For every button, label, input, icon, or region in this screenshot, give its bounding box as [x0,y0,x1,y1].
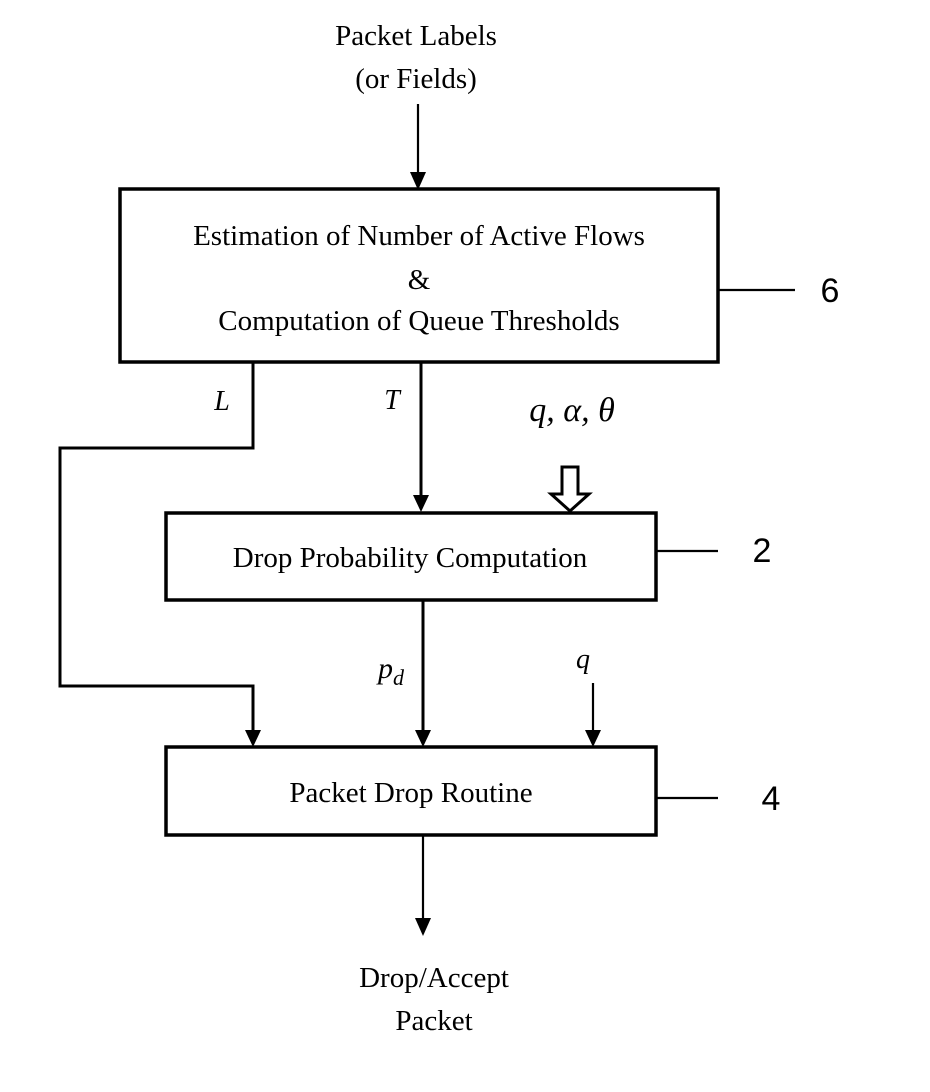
input-label-line1: Packet Labels [335,20,497,52]
block-drop-probability-label: Drop Probability Computation [233,542,588,574]
output-label-line2: Packet [395,1005,472,1037]
edge-q [585,683,601,747]
output-label-line1: Drop/Accept [359,962,509,994]
flow-diagram: Packet Labels (or Fields) Estimation of … [58,20,840,1037]
ref-label-2: 2 [753,532,772,570]
signal-q-label: q [576,644,590,675]
edge-pd [415,600,431,747]
block-packet-drop-label: Packet Drop Routine [289,777,532,809]
signal-pd-label: pd [376,652,405,690]
edge-params-hollow-arrow [547,465,593,514]
signal-T-label: T [384,385,402,416]
input-arrow [410,104,426,190]
ref-label-4: 4 [762,780,781,818]
ref-label-6: 6 [821,272,840,310]
block-estimation-line1: Estimation of Number of Active Flows [193,220,645,252]
block-estimation-line3: Computation of Queue Thresholds [218,305,619,337]
block-packet-drop: Packet Drop Routine [164,745,658,837]
signal-L-label: L [213,386,230,417]
output-arrow [415,835,431,936]
block-estimation-line2: & [408,264,431,296]
signal-pd-subscript: d [393,665,405,690]
input-label-line2: (or Fields) [355,63,477,95]
block-drop-probability: Drop Probability Computation [164,511,658,602]
edge-T [413,362,429,512]
block-estimation: Estimation of Number of Active Flows & C… [118,187,720,364]
signal-pd-main: p [376,652,393,685]
signal-params-label: q, α, θ [529,392,615,429]
